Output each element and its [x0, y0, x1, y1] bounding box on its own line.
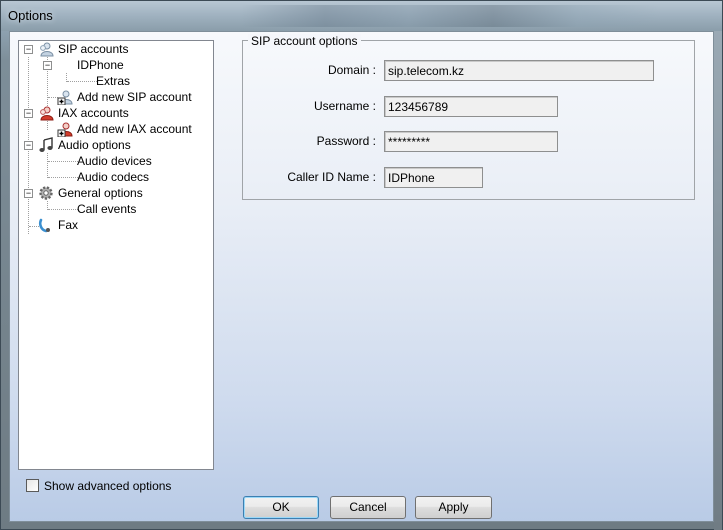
- collapse-toggle[interactable]: −: [24, 141, 33, 150]
- collapse-toggle[interactable]: −: [24, 189, 33, 198]
- title-bar[interactable]: Options: [1, 1, 722, 31]
- caller-id-name-label: Caller ID Name :: [287, 170, 376, 184]
- tree-item-iax-accounts[interactable]: − IAX accounts: [19, 105, 209, 121]
- iax-accounts-icon: [40, 106, 54, 121]
- username-field[interactable]: [384, 96, 558, 117]
- tree-item-general-options[interactable]: − General options: [19, 185, 209, 201]
- audio-options-icon: [39, 137, 53, 152]
- ok-button[interactable]: OK: [243, 496, 319, 519]
- show-advanced-options-label: Show advanced options: [44, 479, 172, 493]
- tree-item-audio-devices[interactable]: Audio devices: [19, 153, 209, 169]
- tree-item-audio-options[interactable]: − Audio options: [19, 137, 209, 153]
- tree-item-label: Add new IAX account: [77, 122, 192, 136]
- gear-icon: [39, 186, 53, 200]
- sip-account-options-group: SIP account options Domain : Username : …: [242, 34, 695, 200]
- dialog-client-area: − SIP accounts − IDPhone Extras Add new …: [9, 31, 714, 522]
- show-advanced-options-checkbox[interactable]: [26, 479, 39, 492]
- tree-item-label: IDPhone: [77, 58, 124, 72]
- tree-item-label: SIP accounts: [58, 42, 129, 56]
- add-sip-account-icon: [57, 90, 73, 105]
- tree-item-audio-codecs[interactable]: Audio codecs: [19, 169, 209, 185]
- tree-item-label: Fax: [58, 218, 79, 232]
- collapse-toggle[interactable]: −: [24, 109, 33, 118]
- tree-item-label: Call events: [77, 202, 137, 216]
- tree-item-label: Audio devices: [77, 154, 152, 168]
- username-label: Username :: [313, 99, 376, 113]
- collapse-toggle[interactable]: −: [24, 45, 33, 54]
- password-label: Password :: [316, 134, 376, 148]
- fax-icon: [38, 218, 50, 233]
- add-iax-account-icon: [57, 122, 73, 137]
- domain-label: Domain :: [327, 63, 376, 77]
- tree-item-label: IAX accounts: [58, 106, 129, 120]
- tree-item-add-sip-account[interactable]: Add new SIP account: [19, 89, 209, 105]
- sip-accounts-icon: [40, 42, 54, 57]
- window-frame-edge: [714, 31, 722, 530]
- domain-field[interactable]: [384, 60, 654, 81]
- apply-button[interactable]: Apply: [415, 496, 492, 519]
- group-title: SIP account options: [248, 34, 361, 48]
- tree-item-extras[interactable]: Extras: [19, 73, 209, 89]
- options-tree[interactable]: − SIP accounts − IDPhone Extras Add new …: [18, 40, 214, 470]
- window-title: Options: [8, 8, 53, 23]
- tree-item-label: Audio options: [58, 138, 131, 152]
- password-field[interactable]: [384, 131, 558, 152]
- tree-item-call-events[interactable]: Call events: [19, 201, 209, 217]
- tree-item-sip-accounts[interactable]: − SIP accounts: [19, 41, 209, 57]
- collapse-toggle[interactable]: −: [43, 61, 52, 70]
- tree-item-label: Audio codecs: [77, 170, 150, 184]
- options-window: Options − SIP accounts − IDPhone Extras …: [0, 0, 723, 530]
- cancel-button[interactable]: Cancel: [330, 496, 406, 519]
- caller-id-name-field[interactable]: [384, 167, 483, 188]
- tree-item-idphone[interactable]: − IDPhone: [19, 57, 209, 73]
- title-bar-background: [241, 5, 661, 27]
- tree-item-label: Add new SIP account: [77, 90, 192, 104]
- tree-item-fax[interactable]: Fax: [19, 217, 209, 233]
- tree-item-add-iax-account[interactable]: Add new IAX account: [19, 121, 209, 137]
- tree-item-label: General options: [58, 186, 143, 200]
- tree-item-label: Extras: [96, 74, 131, 88]
